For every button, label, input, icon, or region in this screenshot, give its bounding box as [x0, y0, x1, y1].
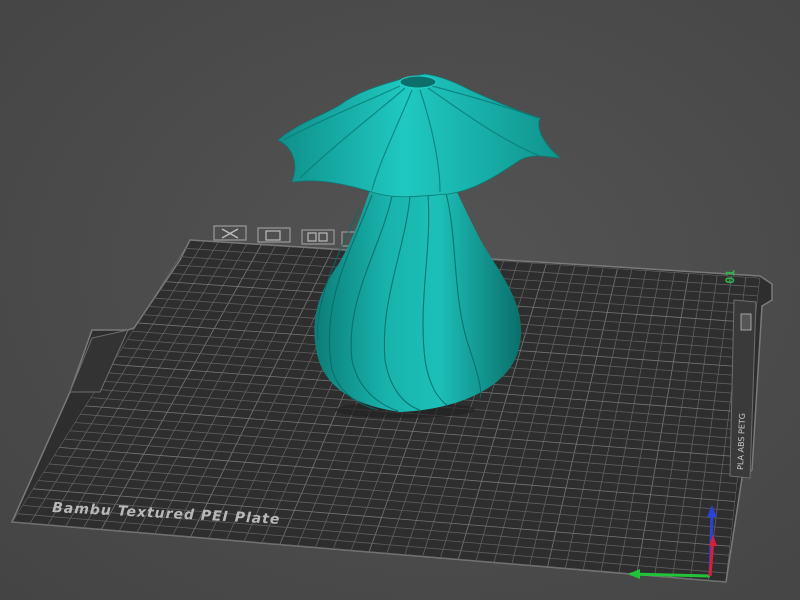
model-stem	[314, 190, 522, 412]
axis-x-line	[629, 572, 711, 578]
3d-viewport[interactable]: PLA ABS PETG Bambu Textured PEI Plate 01	[0, 0, 800, 600]
plate-right-badge	[740, 313, 752, 331]
plate-number-label: 01	[723, 269, 737, 284]
scene-svg: PLA ABS PETG Bambu Textured PEI Plate 01	[10, 73, 773, 583]
model-top-opening	[399, 75, 437, 89]
plate-delete-icon[interactable]	[213, 225, 247, 241]
plate-arrange-icon[interactable]	[301, 229, 335, 245]
plate-orient-icon[interactable]	[257, 227, 291, 243]
model-cap	[277, 73, 562, 198]
